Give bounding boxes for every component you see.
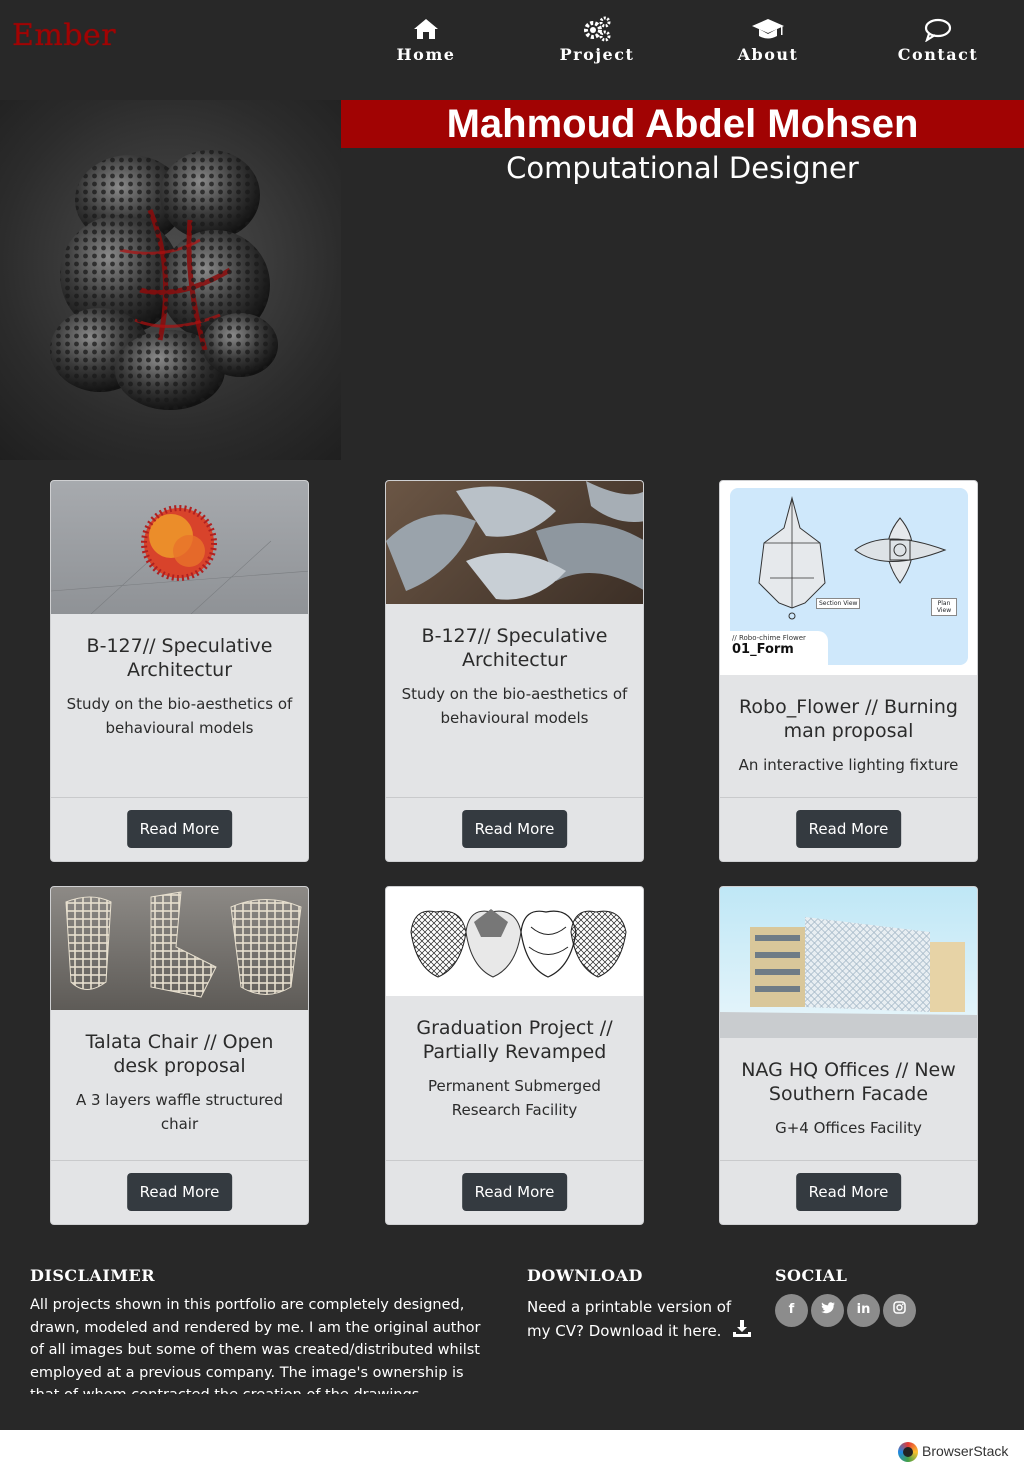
plan-view-label: Plan View (931, 598, 957, 616)
nav-contact[interactable]: Contact (883, 16, 993, 64)
download-text: Need a printable version of my CV? Downl… (527, 1298, 732, 1340)
read-more-button[interactable]: Read More (461, 810, 568, 848)
card-image[interactable] (386, 481, 643, 604)
card-image[interactable]: Section View Plan View // Robo-chime Flo… (720, 481, 977, 675)
navbar: Ember Home Project About Contact (0, 0, 1024, 100)
nav-home-label: Home (396, 45, 456, 64)
robo-flower-caption-box: // Robo-chime Flower 01_Form (728, 631, 828, 667)
card-title: Graduation Project // Partially Revamped (416, 1017, 613, 1063)
browserstack-label: BrowserStack (922, 1443, 1009, 1459)
card-footer: Read More (51, 797, 308, 861)
project-card: B-127// Speculative Architectur Study on… (50, 480, 309, 862)
card-title: Robo_Flower // Burning man proposal (739, 696, 958, 742)
card-title: Talata Chair // Open desk proposal (85, 1031, 274, 1077)
section-view-label: Section View (816, 598, 861, 609)
card-image[interactable] (386, 887, 643, 996)
card-footer: Read More (720, 1160, 977, 1224)
read-more-button[interactable]: Read More (126, 1173, 233, 1211)
read-more-button[interactable]: Read More (795, 1173, 902, 1211)
card-footer: Read More (386, 1160, 643, 1224)
card-title: B-127// Speculative Architectur (86, 635, 273, 681)
card-title: B-127// Speculative Architectur (421, 625, 608, 671)
gears-icon (584, 16, 611, 42)
card-image[interactable] (51, 481, 308, 614)
read-more-button[interactable]: Read More (795, 810, 902, 848)
nav-home[interactable]: Home (371, 16, 481, 64)
hero-image (0, 100, 341, 460)
card-text: A 3 layers waffle structured chair (75, 1091, 284, 1133)
read-more-button[interactable]: Read More (126, 810, 233, 848)
hero-name: Mahmoud Abdel Mohsen (341, 100, 1024, 148)
card-text: Study on the bio-aesthetics of behaviour… (66, 695, 293, 737)
project-card: NAG HQ Offices // New Southern Facade G+… (719, 886, 978, 1225)
card-image[interactable] (51, 887, 308, 1010)
social-heading: SOCIAL (775, 1266, 848, 1285)
disclaimer-text: All projects shown in this portfolio are… (30, 1297, 481, 1394)
speech-bubble-icon (924, 18, 952, 42)
browserstack-logo-icon (898, 1442, 918, 1463)
portfolio-page: Ember Home Project About Contact Mahmoud… (0, 0, 1024, 1430)
graduation-cap-icon (752, 19, 784, 39)
download-heading: DOWNLOAD (527, 1266, 643, 1285)
card-footer: Read More (386, 797, 643, 861)
card-footer: Read More (51, 1160, 308, 1224)
project-card: Section View Plan View // Robo-chime Flo… (719, 480, 978, 862)
card-text: Permanent Submerged Research Facility (428, 1077, 601, 1119)
robo-flower-heading: 01_Form (732, 642, 794, 657)
instagram-icon[interactable] (883, 1294, 916, 1327)
hero-role: Computational Designer (506, 151, 859, 185)
browserstack-watermark: BrowserStack (898, 1440, 1009, 1463)
facebook-icon[interactable]: f (775, 1294, 808, 1327)
card-text: An interactive lighting fixture (738, 756, 959, 774)
nav-project[interactable]: Project (542, 16, 652, 64)
download-section: Need a printable version of my CV? Downl… (527, 1295, 757, 1343)
nav-contact-label: Contact (897, 45, 979, 64)
brand-logo[interactable]: Ember (12, 18, 116, 53)
card-image[interactable] (720, 887, 977, 1038)
home-icon (414, 19, 438, 39)
project-card: B-127// Speculative Architectur Study on… (385, 480, 644, 862)
project-card: Graduation Project // Partially Revamped… (385, 886, 644, 1225)
card-text: G+4 Offices Facility (775, 1119, 922, 1137)
card-text: Study on the bio-aesthetics of behaviour… (401, 685, 628, 727)
card-footer: Read More (720, 797, 977, 861)
read-more-button[interactable]: Read More (461, 1173, 568, 1211)
disclaimer-heading: DISCLAIMER (30, 1266, 155, 1285)
card-title: NAG HQ Offices // New Southern Facade (741, 1059, 956, 1105)
twitter-icon[interactable] (811, 1294, 844, 1327)
download-icon[interactable] (732, 1320, 752, 1338)
nav-about[interactable]: About (713, 16, 823, 64)
linkedin-icon[interactable]: in (847, 1294, 880, 1327)
nav-project-label: Project (559, 45, 635, 64)
robo-flower-caption: // Robo-chime Flower (732, 634, 806, 642)
nav-about-label: About (737, 45, 799, 64)
project-card: Talata Chair // Open desk proposal A 3 l… (50, 886, 309, 1225)
